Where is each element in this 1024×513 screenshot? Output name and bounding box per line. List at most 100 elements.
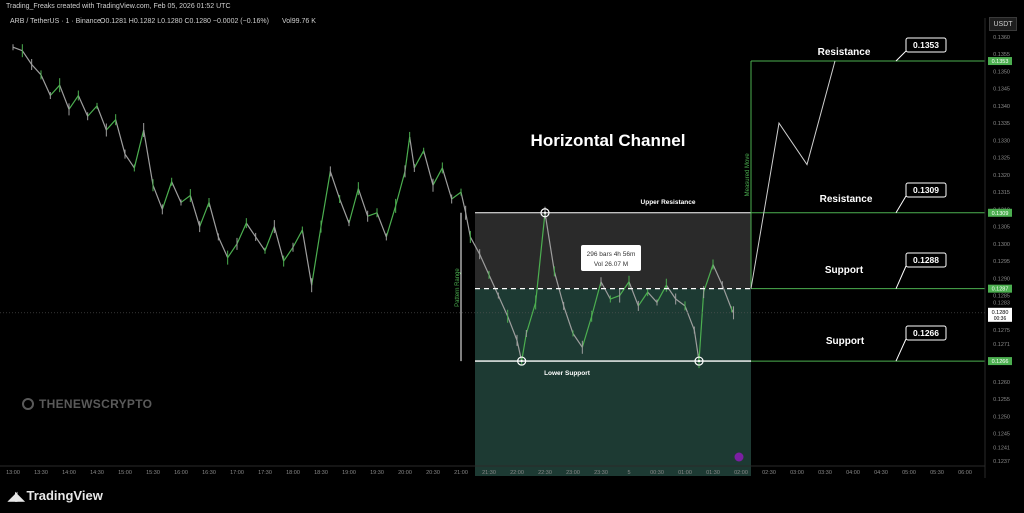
- volume-value: Vol99.76 K: [282, 18, 316, 25]
- price-segment: [12, 46, 23, 52]
- x-tick-label: 5: [627, 470, 630, 476]
- price-segment: [348, 188, 359, 224]
- price-segment: [199, 202, 210, 227]
- tradingview-icon: ◢◣: [8, 488, 25, 503]
- pattern-range-label: Pattern Range: [455, 268, 461, 307]
- x-tick-label: 19:30: [370, 470, 384, 476]
- x-tick-label: 15:30: [146, 470, 160, 476]
- price-segment: [367, 212, 378, 217]
- y-tick-label: 0.1315: [993, 190, 1010, 196]
- price-segment: [59, 84, 70, 110]
- price-segment: [264, 226, 275, 251]
- x-tick-label: 23:30: [594, 470, 608, 476]
- info-box-bars: 296 bars 4h 56m: [587, 251, 636, 258]
- x-tick-label: 16:00: [174, 470, 188, 476]
- price-segment: [133, 129, 145, 169]
- event-icon: [734, 452, 744, 462]
- price-segment: [423, 150, 434, 186]
- y-tick-label: 0.1335: [993, 121, 1010, 127]
- x-tick-label: 14:00: [62, 470, 76, 476]
- price-segment: [465, 212, 471, 238]
- price-segment: [161, 181, 173, 210]
- y-tick-label: 0.1350: [993, 69, 1010, 75]
- y-tick-label: 0.1290: [993, 276, 1010, 282]
- price-segment: [40, 74, 51, 96]
- y-tick-label: 0.1271: [993, 342, 1010, 348]
- level-name-support_mid: Support: [825, 265, 864, 276]
- price-segment: [49, 84, 61, 96]
- y-tick-label: 0.1295: [993, 259, 1010, 265]
- y-tick-label: 0.1330: [993, 138, 1010, 144]
- y-tick-label: 0.1241: [993, 445, 1010, 451]
- current-price-countdown: 00:36: [994, 316, 1007, 322]
- symbol-label[interactable]: ARB / TetherUS · 1 · Binance: [10, 18, 101, 25]
- tradingview-logo[interactable]: ◢◣ TradingView: [8, 488, 103, 503]
- x-tick-label: 01:30: [706, 470, 720, 476]
- price-segment: [208, 202, 219, 238]
- callout-pointer-support_low: [895, 338, 907, 362]
- x-tick-label: 19:00: [342, 470, 356, 476]
- y-tick-label: 0.1260: [993, 380, 1010, 386]
- measured-move-label: Measured Move: [745, 153, 751, 197]
- channel-lower-zone: [475, 288, 751, 476]
- y-tick-label: 0.1245: [993, 432, 1010, 438]
- upper-resistance-label: Upper Resistance: [641, 199, 696, 206]
- price-segment: [301, 229, 313, 286]
- price-segment: [245, 222, 257, 238]
- axis-badge-label: 0.1353: [992, 59, 1009, 65]
- price-segment: [180, 195, 191, 203]
- touch-point-dot-2: [697, 359, 701, 363]
- price-segment: [227, 243, 238, 258]
- x-tick-label: 13:00: [6, 470, 20, 476]
- x-tick-label: 00:30: [650, 470, 664, 476]
- x-tick-label: 17:30: [258, 470, 272, 476]
- price-segment: [311, 226, 322, 286]
- price-segment: [409, 136, 415, 169]
- y-tick-label: 0.1320: [993, 173, 1010, 179]
- x-tick-label: 04:00: [846, 470, 860, 476]
- axis-badge-label: 0.1309: [992, 211, 1009, 217]
- price-segment: [189, 195, 201, 227]
- price-segment: [460, 191, 467, 213]
- price-segment: [376, 212, 387, 238]
- y-tick-label: 0.1340: [993, 104, 1010, 110]
- callout-value-support_mid: 0.1288: [913, 255, 939, 265]
- price-segment: [413, 150, 425, 169]
- price-segment: [320, 171, 331, 227]
- y-tick-label: 0.1325: [993, 156, 1010, 162]
- currency-selector[interactable]: USDT: [989, 17, 1017, 31]
- price-chart[interactable]: Pattern Range Measured Move Upper Resistan…: [0, 0, 1024, 480]
- axis-badge-label: 0.1266: [992, 359, 1009, 365]
- price-segment: [68, 95, 79, 110]
- price-segment: [171, 181, 182, 203]
- price-segment: [87, 105, 98, 117]
- lower-support-label: Lower Support: [544, 370, 591, 377]
- x-tick-label: 23:00: [566, 470, 580, 476]
- x-tick-label: 14:30: [90, 470, 104, 476]
- price-segment: [283, 246, 294, 262]
- chart-title: Horizontal Channel: [531, 131, 686, 150]
- callout-value-resistance_mid: 0.1309: [913, 185, 939, 195]
- touch-point-dot-1: [520, 359, 523, 363]
- price-segment: [77, 95, 89, 117]
- x-tick-label: 21:00: [454, 470, 468, 476]
- watermark: THENEWSCRYPTO: [22, 397, 152, 411]
- level-name-support_low: Support: [826, 336, 865, 347]
- projection-path: [750, 60, 836, 289]
- callout-value-resistance_top: 0.1353: [913, 40, 939, 50]
- x-tick-label: 20:00: [398, 470, 412, 476]
- y-tick-label: 0.1255: [993, 397, 1010, 403]
- price-segment: [395, 171, 406, 207]
- y-tick-label: 0.1283: [993, 300, 1010, 306]
- price-segment: [96, 105, 107, 131]
- y-tick-label: 0.1345: [993, 87, 1010, 93]
- x-tick-label: 06:00: [958, 470, 972, 476]
- x-tick-label: 04:30: [874, 470, 888, 476]
- x-tick-label: 22:00: [510, 470, 524, 476]
- x-tick-label: 02:00: [734, 470, 748, 476]
- price-segment: [357, 188, 369, 217]
- x-tick-label: 02:30: [762, 470, 776, 476]
- callout-value-support_low: 0.1266: [913, 328, 939, 338]
- tradingview-label: TradingView: [26, 488, 103, 503]
- price-segment: [451, 191, 462, 200]
